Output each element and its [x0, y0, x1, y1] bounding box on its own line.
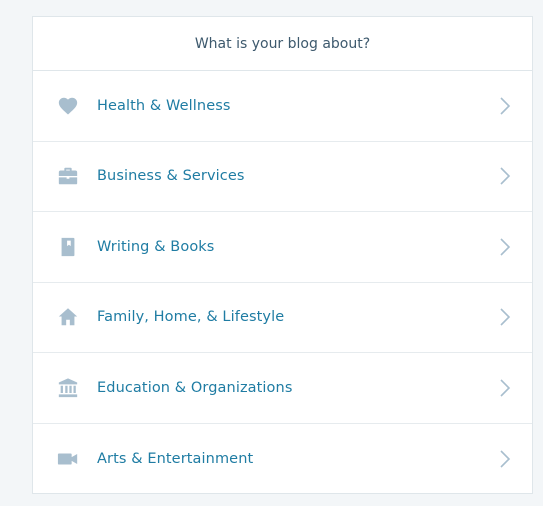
heart-icon	[56, 94, 80, 118]
briefcase-icon	[56, 164, 80, 188]
category-label: Arts & Entertainment	[97, 450, 254, 467]
book-icon	[56, 235, 80, 259]
category-arts-entertainment[interactable]: Arts & Entertainment	[33, 424, 532, 495]
house-icon	[56, 305, 80, 329]
category-education-organizations[interactable]: Education & Organizations	[33, 353, 532, 424]
chevron-right-icon	[498, 307, 512, 327]
institution-icon	[56, 376, 80, 400]
category-list: Health & Wellness Business & Services Wr…	[33, 71, 532, 494]
card-title: What is your blog about?	[194, 35, 371, 52]
chevron-right-icon	[498, 96, 512, 116]
category-writing-books[interactable]: Writing & Books	[33, 212, 532, 283]
chevron-right-icon	[498, 449, 512, 469]
category-label: Business & Services	[97, 168, 245, 185]
category-health-wellness[interactable]: Health & Wellness	[33, 71, 532, 142]
category-label: Writing & Books	[97, 238, 215, 255]
category-label: Family, Home, & Lifestyle	[97, 309, 285, 326]
blog-topic-card: What is your blog about? Health & Wellne…	[32, 16, 533, 494]
card-header: What is your blog about?	[33, 17, 532, 71]
video-camera-icon	[56, 447, 80, 471]
chevron-right-icon	[498, 378, 512, 398]
category-family-home-lifestyle[interactable]: Family, Home, & Lifestyle	[33, 283, 532, 353]
chevron-right-icon	[498, 166, 512, 186]
chevron-right-icon	[498, 237, 512, 257]
category-label: Health & Wellness	[97, 97, 231, 114]
category-label: Education & Organizations	[97, 379, 293, 396]
category-business-services[interactable]: Business & Services	[33, 142, 532, 212]
